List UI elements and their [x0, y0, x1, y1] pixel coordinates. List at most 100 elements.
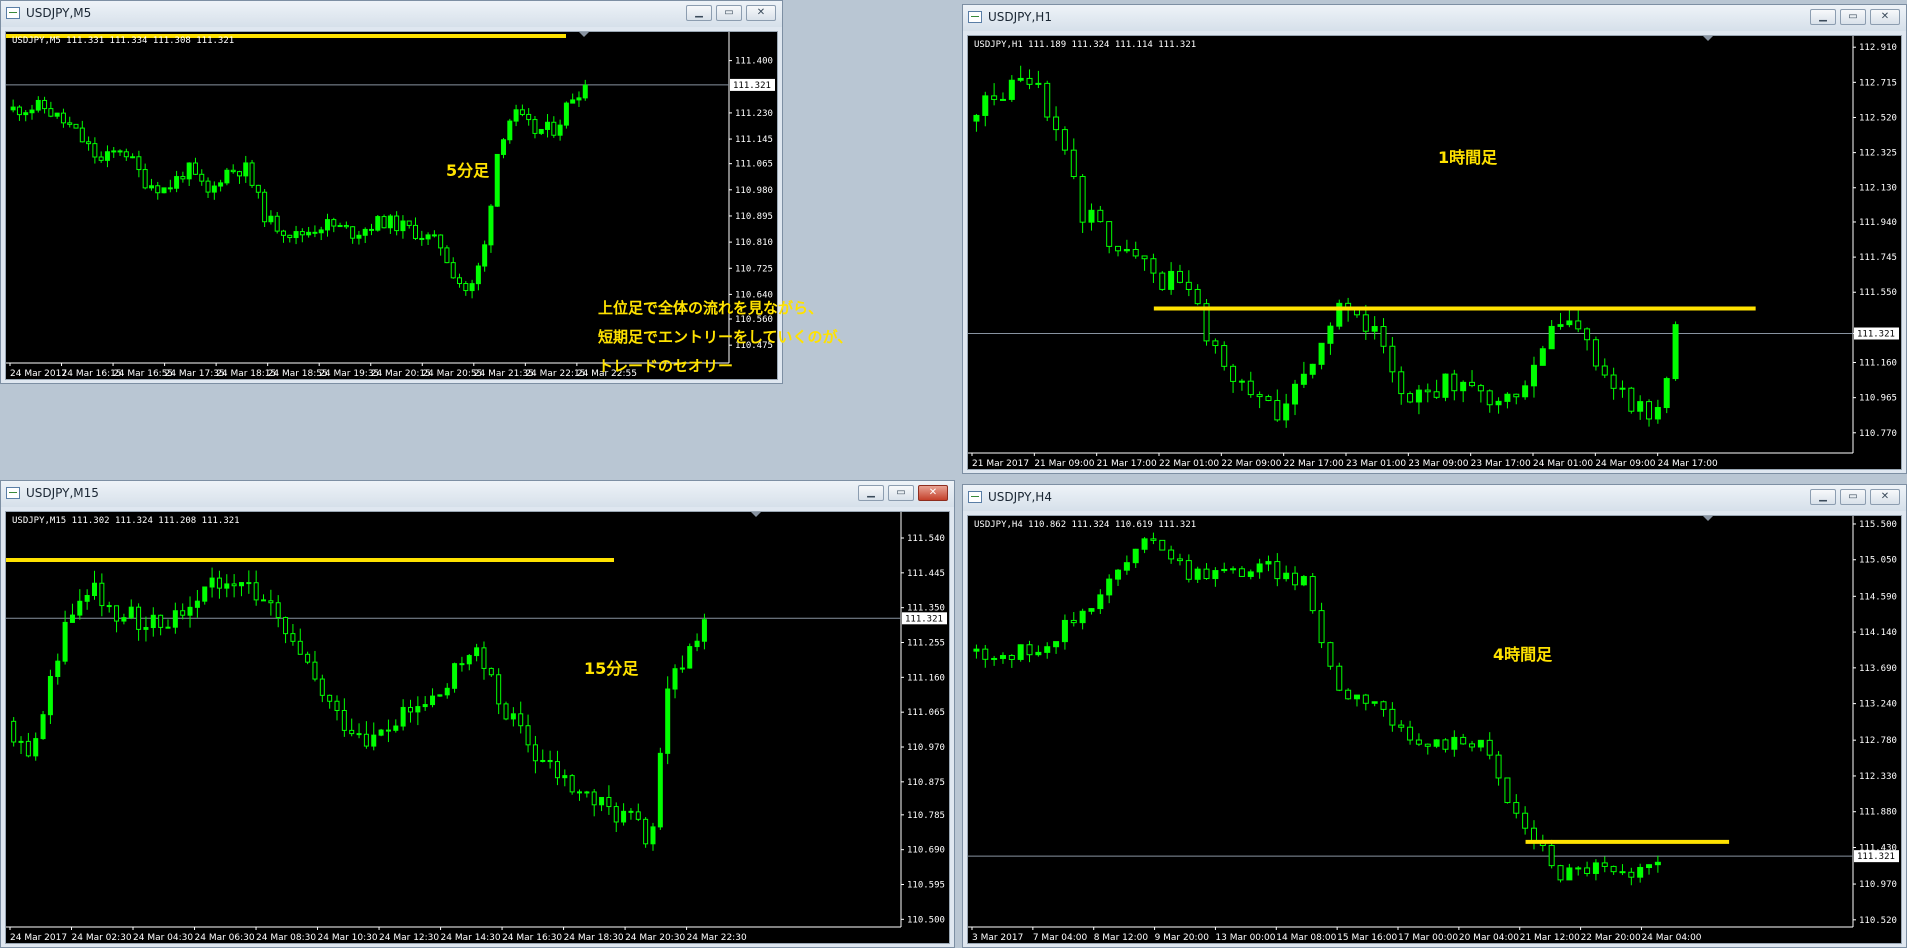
- restore-button[interactable]: ▭: [1840, 489, 1866, 505]
- bull-candle-body: [1265, 561, 1272, 565]
- bear-candle-body: [167, 187, 173, 190]
- chart-plot-area[interactable]: 111.540 111.445 111.350 111.255 111.160 111.0…: [5, 511, 950, 944]
- bear-candle-body: [1486, 739, 1493, 756]
- bear-candle-body: [488, 667, 494, 676]
- bear-candle-body: [613, 806, 619, 823]
- bull-candle-body: [1017, 644, 1024, 660]
- bull-candle-body: [1654, 407, 1661, 420]
- bear-candle-body: [1477, 385, 1484, 392]
- strategy-note-line: 短期足でエントリーをしていくのが、: [598, 328, 853, 346]
- bull-candle-body: [1654, 861, 1661, 866]
- candle: [387, 214, 393, 234]
- minimize-button[interactable]: ▁: [1810, 489, 1836, 505]
- bull-candle-body: [1221, 568, 1228, 572]
- minimize-button[interactable]: ▁: [858, 485, 884, 501]
- minimize-button[interactable]: ▁: [1810, 9, 1836, 25]
- bear-candle-body: [312, 661, 318, 680]
- candle: [287, 234, 293, 243]
- bull-candle-body: [1035, 82, 1042, 85]
- minimize-button[interactable]: ▁: [686, 5, 712, 21]
- bull-candle-body: [84, 595, 90, 602]
- candle: [1265, 394, 1272, 402]
- candle: [363, 721, 369, 749]
- candle: [1592, 336, 1599, 371]
- close-button[interactable]: ✕: [1870, 9, 1900, 25]
- candle: [1460, 380, 1467, 403]
- chart-window-h1[interactable]: USDJPY,H1 ▁ ▭ ✕ 112.910 112.715 112.520 112…: [962, 4, 1907, 474]
- bull-candle-body: [1530, 364, 1537, 387]
- bull-candle-body: [1415, 389, 1422, 403]
- candle: [1610, 367, 1617, 400]
- window-titlebar[interactable]: USDJPY,M5 ▁ ▭ ✕: [1, 1, 782, 27]
- candle: [1079, 174, 1086, 233]
- bear-candle-body: [1212, 340, 1219, 347]
- close-button[interactable]: ✕: [1870, 489, 1900, 505]
- window-titlebar[interactable]: USDJPY,H1 ▁ ▭ ✕: [963, 5, 1906, 31]
- candle: [192, 157, 198, 176]
- restore-button[interactable]: ▭: [888, 485, 914, 501]
- bear-candle-body: [1584, 867, 1591, 874]
- bull-candle-body: [375, 216, 381, 231]
- bear-candle-body: [450, 262, 456, 279]
- x-tick-label: 21 Mar 09:00: [1034, 459, 1094, 469]
- candle: [305, 651, 311, 665]
- x-tick-label: 24 Mar 08:30: [256, 933, 316, 943]
- candle: [1389, 336, 1396, 383]
- candle: [161, 187, 167, 194]
- candle: [1495, 397, 1502, 414]
- bear-candle-body: [349, 729, 355, 735]
- chart-window-m15[interactable]: USDJPY,M15 ▁ ▭ ✕ 111.540 111.445 111.350 11…: [0, 480, 955, 948]
- bear-candle-body: [1159, 539, 1166, 551]
- bear-candle-body: [283, 617, 289, 635]
- bull-candle-body: [400, 220, 406, 232]
- chart-window-h4[interactable]: USDJPY,H4 ▁ ▭ ✕ 115.500 115.050 114.590 114…: [962, 484, 1907, 948]
- candle: [1185, 270, 1192, 297]
- candle: [547, 750, 553, 769]
- candlestick-chart-h4[interactable]: 115.500 115.050 114.590 114.140 113.690 113.2…: [968, 516, 1901, 943]
- candle: [1150, 253, 1157, 283]
- restore-button[interactable]: ▭: [716, 5, 742, 21]
- candle: [400, 699, 406, 731]
- chart-plot-area[interactable]: 115.500 115.050 114.590 114.140 113.690 113.2…: [967, 515, 1902, 944]
- candle: [1575, 866, 1582, 876]
- candle: [158, 614, 164, 636]
- chart-plot-area[interactable]: 112.910 112.715 112.520 112.325 112.130 111.9…: [967, 35, 1902, 470]
- bear-candle-body: [1008, 655, 1015, 660]
- chart-window-m5[interactable]: USDJPY,M5 ▁ ▭ ✕ 111.400 111.230 111.145 111…: [0, 0, 852, 384]
- bear-candle-body: [606, 796, 612, 808]
- x-tick-label: 24 Mar 17:00: [1658, 459, 1718, 469]
- bear-candle-body: [577, 791, 583, 794]
- candle: [1460, 733, 1467, 745]
- bull-candle-body: [1504, 393, 1511, 402]
- candle: [299, 228, 305, 243]
- x-tick-label: 24 Mar 22:30: [687, 933, 747, 943]
- window-titlebar[interactable]: USDJPY,M15 ▁ ▭ ✕: [1, 481, 954, 507]
- candle: [29, 104, 35, 120]
- candle: [1619, 380, 1626, 398]
- candlestick-chart-h1[interactable]: 112.910 112.715 112.520 112.325 112.130 111.9…: [968, 36, 1901, 469]
- window-titlebar[interactable]: USDJPY,H4 ▁ ▭ ✕: [963, 485, 1906, 511]
- candle: [385, 719, 391, 743]
- bear-candle-body: [569, 775, 575, 793]
- close-button[interactable]: ✕: [746, 5, 776, 21]
- bull-candle-body: [128, 606, 134, 619]
- y-tick-label: 111.230: [735, 109, 773, 119]
- x-tick-label: 24 Mar 04:00: [1641, 933, 1701, 943]
- restore-button[interactable]: ▭: [1840, 9, 1866, 25]
- close-button[interactable]: ✕: [918, 485, 948, 501]
- candle: [174, 170, 180, 193]
- candle: [121, 613, 127, 625]
- bull-candle-body: [1300, 576, 1307, 586]
- chart-plot-area[interactable]: 111.400 111.230 111.145 111.065 110.980 110.8…: [5, 31, 852, 380]
- y-tick-label: 111.940: [1859, 218, 1897, 228]
- bear-candle-body: [216, 577, 222, 589]
- candle: [1380, 318, 1387, 354]
- bull-candle-body: [356, 234, 362, 239]
- candle: [23, 110, 29, 122]
- y-tick-label: 110.500: [907, 915, 945, 925]
- current-price-label: 111.321: [733, 81, 771, 91]
- bull-candle-body: [1539, 348, 1546, 366]
- bull-candle-body: [1088, 608, 1095, 612]
- x-tick-label: 23 Mar 09:00: [1408, 459, 1468, 469]
- candlestick-chart-m15[interactable]: 111.540 111.445 111.350 111.255 111.160 111.0…: [6, 512, 949, 943]
